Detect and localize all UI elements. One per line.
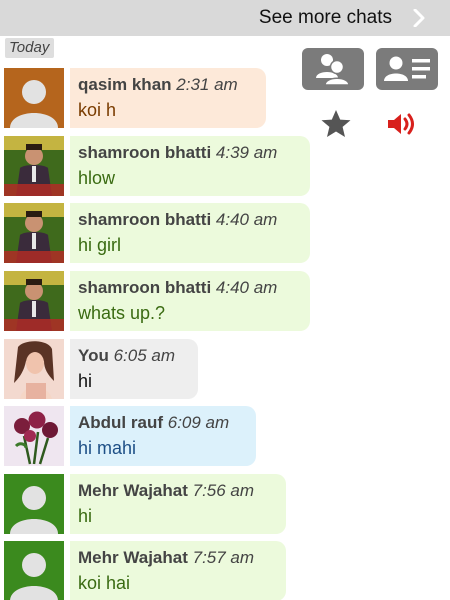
photo-avatar-icon xyxy=(4,203,64,263)
message-text: hi xyxy=(78,506,93,526)
photo-avatar-icon xyxy=(4,339,64,399)
message-bubble: shamroon bhatti 4:39 am hlow xyxy=(70,136,310,196)
message-time: 4:40 am xyxy=(215,278,278,297)
message-bubble: shamroon bhatti 4:40 am whats up.? xyxy=(70,271,310,331)
message-text: koi hai xyxy=(78,573,131,593)
default-avatar-icon xyxy=(4,474,64,534)
chat-message[interactable]: shamroon bhatti 4:40 am hi girl xyxy=(0,203,450,267)
chat-message[interactable]: You 6:05 am hi xyxy=(0,339,450,403)
sender-name[interactable]: shamroon bhatti xyxy=(78,278,211,297)
message-text: hi mahi xyxy=(78,438,137,458)
chat-message[interactable]: shamroon bhatti 4:39 am hlow xyxy=(0,136,450,200)
default-avatar-icon xyxy=(4,68,64,128)
message-time: 4:39 am xyxy=(215,143,278,162)
message-meta: shamroon bhatti 4:40 am xyxy=(78,277,302,299)
message-bubble: shamroon bhatti 4:40 am hi girl xyxy=(70,203,310,263)
avatar[interactable] xyxy=(4,541,64,600)
chat-message[interactable]: Mehr Wajahat 7:57 am koi hai xyxy=(0,541,450,600)
sender-name[interactable]: Abdul rauf xyxy=(78,413,163,432)
message-meta: shamroon bhatti 4:39 am xyxy=(78,142,302,164)
message-meta: You 6:05 am xyxy=(78,345,190,367)
message-time: 4:40 am xyxy=(215,210,278,229)
sender-name[interactable]: You xyxy=(78,346,109,365)
message-text: hlow xyxy=(78,168,116,188)
photo-avatar-icon xyxy=(4,136,64,196)
chat-message[interactable]: shamroon bhatti 4:40 am whats up.? xyxy=(0,271,450,335)
message-bubble: qasim khan 2:31 am koi h xyxy=(70,68,266,128)
sender-name[interactable]: Mehr Wajahat xyxy=(78,481,188,500)
message-time: 2:31 am xyxy=(176,75,238,94)
message-text: hi girl xyxy=(78,235,122,255)
message-meta: Mehr Wajahat 7:57 am xyxy=(78,547,278,569)
message-bubble: Mehr Wajahat 7:57 am koi hai xyxy=(70,541,286,600)
message-text: whats up.? xyxy=(78,303,166,323)
avatar[interactable] xyxy=(4,406,64,466)
avatar[interactable] xyxy=(4,136,64,196)
photo-avatar-icon xyxy=(4,271,64,331)
sender-name[interactable]: shamroon bhatti xyxy=(78,210,211,229)
sender-name[interactable]: shamroon bhatti xyxy=(78,143,211,162)
chat-message[interactable]: Mehr Wajahat 7:56 am hi xyxy=(0,474,450,538)
chevron-right-icon[interactable] xyxy=(410,9,428,27)
chat-screen: See more chats Today qasim khan 2:31 am … xyxy=(0,0,450,600)
message-meta: shamroon bhatti 4:40 am xyxy=(78,209,302,231)
see-more-chats-label[interactable]: See more chats xyxy=(259,6,392,30)
see-more-chats-bar[interactable]: See more chats xyxy=(0,0,450,36)
avatar[interactable] xyxy=(4,68,64,128)
message-time: 6:05 am xyxy=(113,346,176,365)
message-text: hi xyxy=(78,371,93,391)
message-time: 6:09 am xyxy=(167,413,230,432)
message-meta: Mehr Wajahat 7:56 am xyxy=(78,480,278,502)
avatar[interactable] xyxy=(4,203,64,263)
avatar[interactable] xyxy=(4,271,64,331)
message-bubble: Mehr Wajahat 7:56 am hi xyxy=(70,474,286,534)
roses-avatar-icon xyxy=(4,406,64,466)
avatar[interactable] xyxy=(4,339,64,399)
message-time: 7:57 am xyxy=(192,548,255,567)
chat-message[interactable]: qasim khan 2:31 am koi h xyxy=(0,68,450,132)
day-separator: Today xyxy=(5,38,55,58)
message-bubble: Abdul rauf 6:09 am hi mahi xyxy=(70,406,256,466)
message-time: 7:56 am xyxy=(192,481,255,500)
sender-name[interactable]: Mehr Wajahat xyxy=(78,548,188,567)
message-meta: qasim khan 2:31 am xyxy=(78,74,258,96)
chat-message[interactable]: Abdul rauf 6:09 am hi mahi xyxy=(0,406,450,470)
sender-name[interactable]: qasim khan xyxy=(78,75,172,94)
message-bubble: You 6:05 am hi xyxy=(70,339,198,399)
default-avatar-icon xyxy=(4,541,64,600)
message-meta: Abdul rauf 6:09 am xyxy=(78,412,248,434)
message-text: koi h xyxy=(78,100,117,120)
avatar[interactable] xyxy=(4,474,64,534)
